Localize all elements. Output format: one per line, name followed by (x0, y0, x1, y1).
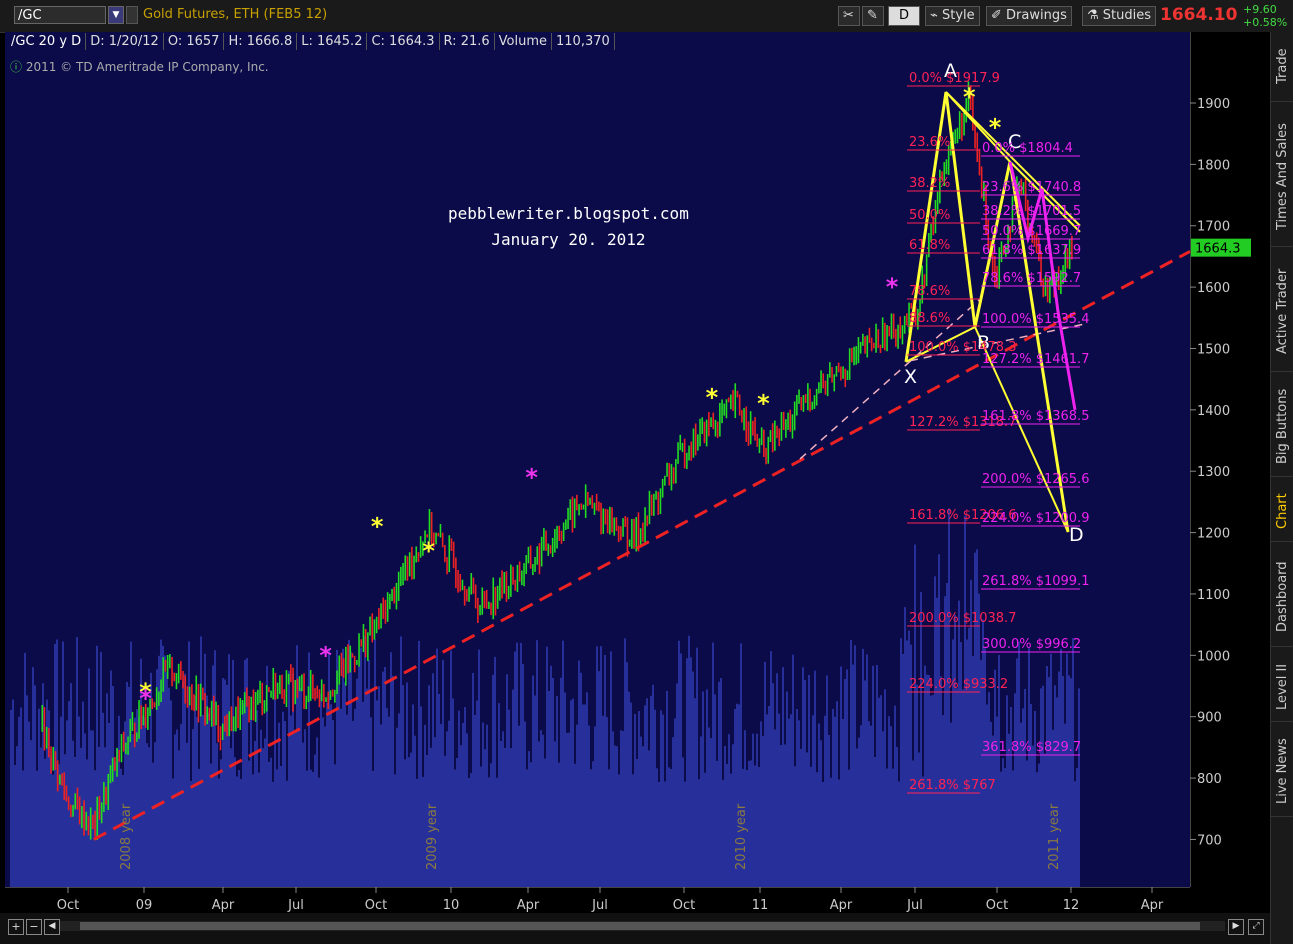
sidebar-item-level-ii[interactable]: Level II (1271, 652, 1293, 722)
last-price: 1664.10 (1160, 5, 1238, 25)
series-label: /GC 20 y D (7, 33, 87, 50)
studies-icon: ⚗ (1087, 8, 1103, 23)
sidebar-item-times-and-sales[interactable]: Times And Sales (1271, 107, 1293, 247)
bottom-bar: + − ◀ ▶ ⤢ (0, 913, 1270, 944)
info-open: O: 1657 (164, 33, 225, 50)
scrollbar-thumb[interactable] (80, 922, 1200, 930)
sidebar-item-trade[interactable]: Trade (1271, 32, 1293, 102)
price-change-percent: +0.58% (1243, 16, 1288, 29)
studies-label: Studies (1102, 8, 1152, 23)
sidebar-item-big-buttons[interactable]: Big Buttons (1271, 377, 1293, 477)
copyright-text: 2011 © TD Ameritrade IP Company, Inc. (25, 60, 269, 74)
sidebar-item-active-trader[interactable]: Active Trader (1271, 252, 1293, 372)
watermark-line1: pebblewriter.blogspot.com (448, 204, 689, 223)
copyright: ⓘ 2011 © TD Ameritrade IP Company, Inc. (10, 58, 269, 75)
info-volume-label: Volume (495, 33, 552, 50)
drawings-label: Drawings (1006, 8, 1067, 23)
zoom-out-icon[interactable]: − (26, 919, 42, 935)
info-range: R: 21.6 (440, 33, 495, 50)
drawings-icon: ✐ (991, 8, 1007, 23)
sidebar-item-live-news[interactable]: Live News (1271, 727, 1293, 817)
watermark: pebblewriter.blogspot.com January 20. 20… (448, 201, 689, 253)
studies-button[interactable]: ⚗ Studies (1082, 6, 1157, 26)
cursor-tool-icon[interactable]: ✎ (862, 6, 884, 26)
info-icon[interactable]: ⓘ (10, 60, 26, 74)
crosshair-tool-icon[interactable]: ✂ (838, 6, 860, 26)
scroll-left-icon[interactable]: ◀ (44, 919, 60, 935)
period-button[interactable]: D (888, 6, 920, 26)
info-volume: 110,370 (552, 33, 615, 50)
style-button[interactable]: ⌁ Style (925, 6, 980, 26)
plot-area[interactable] (5, 32, 1190, 887)
style-label: Style (941, 8, 975, 23)
sidebar-item-chart[interactable]: Chart (1271, 482, 1293, 542)
info-bar: /GC 20 y D D: 1/20/12 O: 1657 H: 1666.8 L: 1… (7, 33, 615, 53)
sidebar-item-dashboard[interactable]: Dashboard (1271, 547, 1293, 647)
drawings-button[interactable]: ✐ Drawings (986, 6, 1072, 26)
symbol-dropdown-icon[interactable]: ▼ (108, 6, 124, 24)
price-axis (1190, 32, 1271, 887)
info-close: C: 1664.3 (367, 33, 440, 50)
symbol-input[interactable]: /GC (14, 6, 106, 24)
symbol-link-icon[interactable] (126, 6, 138, 24)
info-high: H: 1666.8 (224, 33, 298, 50)
symbol-description: Gold Futures, ETH (FEB5 12) (143, 7, 328, 22)
zoom-in-icon[interactable]: + (8, 919, 24, 935)
info-date: D: 1/20/12 (86, 33, 164, 50)
watermark-line2: January 20. 2012 (491, 230, 646, 249)
style-icon: ⌁ (930, 8, 942, 23)
sidebar: Trade Times And Sales Active Trader Big … (1270, 32, 1293, 944)
horizontal-scrollbar[interactable] (60, 921, 1225, 931)
scroll-right-icon[interactable]: ▶ (1228, 919, 1244, 935)
price-change: +9.60 (1243, 3, 1277, 16)
toolbar: /GC ▼ Gold Futures, ETH (FEB5 12) ✂ ✎ D … (0, 0, 1293, 33)
time-axis (5, 887, 1190, 914)
expand-icon[interactable]: ⤢ (1248, 919, 1264, 935)
info-low: L: 1645.2 (297, 33, 368, 50)
